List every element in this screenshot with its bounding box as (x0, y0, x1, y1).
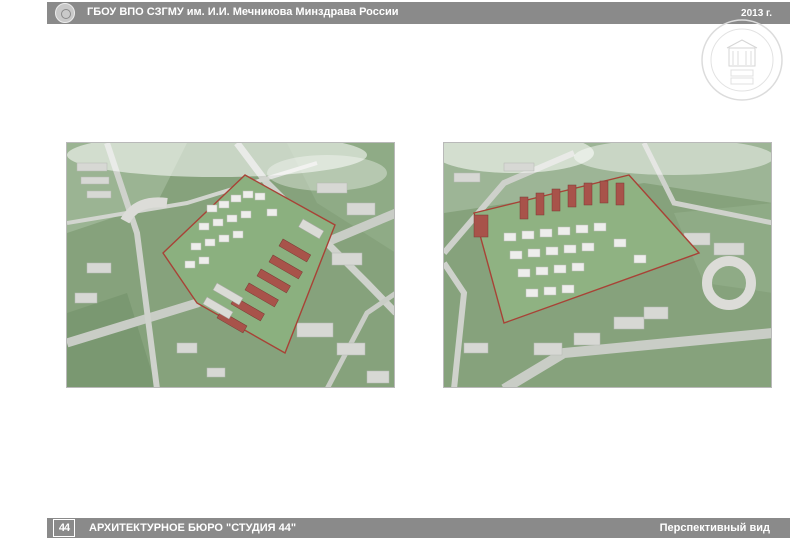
university-emblem-icon (55, 3, 75, 23)
studio-44-logo-icon: 44 (53, 519, 75, 537)
header-title: ГБОУ ВПО СЗГМУ им. И.И. Мечникова Минздр… (87, 6, 399, 18)
aerial-render-left (66, 142, 395, 388)
footer-bar: 44 АРХИТЕКТУРНОЕ БЮРО "СТУДИЯ 44" Перспе… (47, 518, 790, 538)
footer-view-label: Перспективный вид (659, 522, 770, 534)
header-bar: ГБОУ ВПО СЗГМУ им. И.И. Мечникова Минздр… (47, 2, 790, 24)
aerial-render-right (443, 142, 772, 388)
stamp-seal-icon (701, 19, 783, 101)
footer-studio-name: АРХИТЕКТУРНОЕ БЮРО "СТУДИЯ 44" (89, 522, 297, 534)
